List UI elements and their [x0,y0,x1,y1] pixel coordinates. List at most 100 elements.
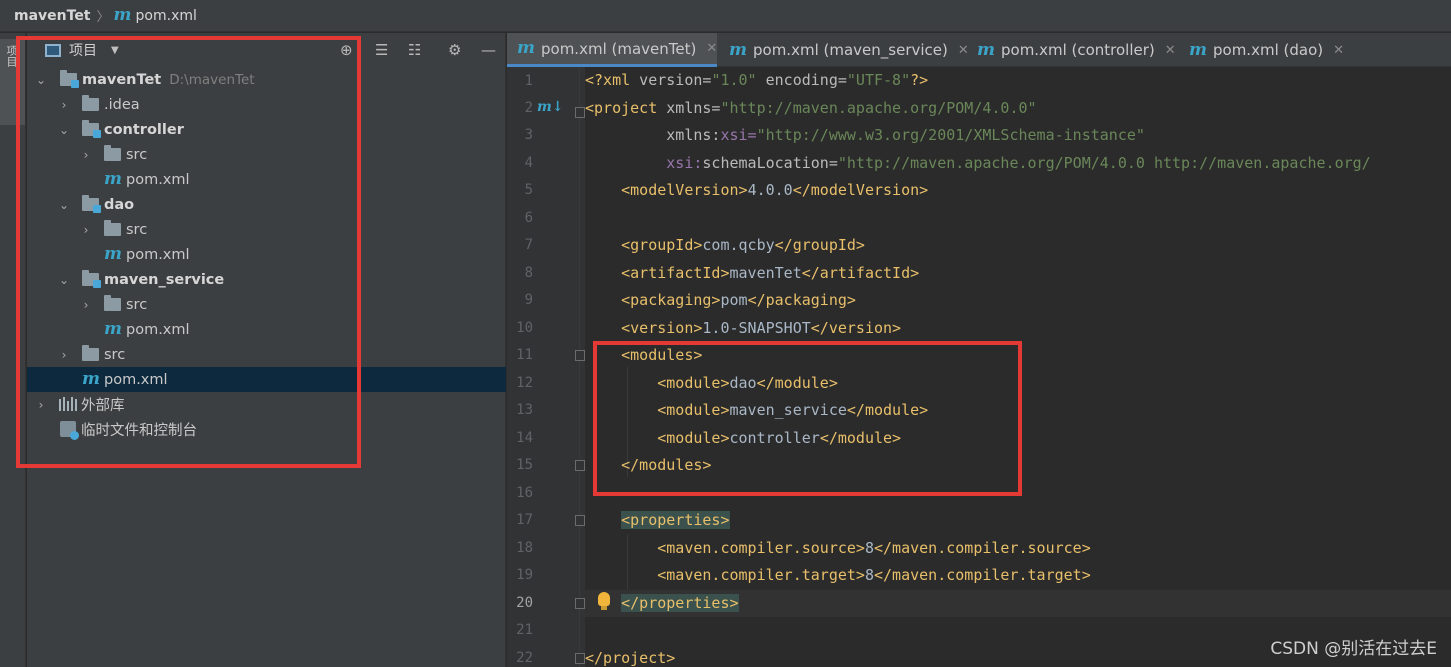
line-number: 4 [524,155,533,171]
chevron-down-icon[interactable]: ⌄ [35,73,47,87]
chevron-right-icon[interactable]: › [80,148,92,162]
tree-item-controller[interactable]: ⌄ controller [27,117,506,142]
tree-item-scratches[interactable]: 临时文件和控制台 [27,417,506,442]
chevron-down-icon[interactable]: ⌄ [58,273,70,287]
tree-item-external-libraries[interactable]: › 外部库 [27,392,506,417]
project-tool-tab-label[interactable]: 项目 [5,45,19,105]
library-icon [59,397,77,411]
chevron-right-icon[interactable]: › [58,98,70,112]
folder-icon [82,345,99,361]
lightbulb-icon[interactable] [598,592,610,610]
collapse-all-icon[interactable]: ☷ [408,41,421,59]
left-tool-stripe: 项目 [0,33,26,667]
tree-item-dao-src[interactable]: › src [27,217,506,242]
tab-pom-dao[interactable]: m pom.xml (dao) ✕ [1189,33,1344,67]
maven-file-icon: m [517,38,535,58]
line-number: 5 [524,182,533,198]
breadcrumb-file[interactable]: pom.xml [136,8,197,24]
line-number: 10 [516,320,533,336]
expand-all-icon[interactable]: ☰ [375,41,388,59]
fold-marker-icon[interactable] [575,653,585,664]
tree-item-label: 临时文件和控制台 [81,423,197,439]
chevron-right-icon[interactable]: › [80,298,92,312]
chevron-right-icon[interactable]: › [58,348,70,362]
tree-item-maven-service[interactable]: ⌄ maven_service [27,267,506,292]
maven-gutter-icon[interactable]: m↓ [537,99,564,115]
line-number: 8 [524,265,533,281]
close-icon[interactable]: ✕ [706,41,717,56]
tree-item-label: 外部库 [81,398,125,414]
tree-item-label: pom.xml [126,321,190,338]
line-number: 12 [516,375,533,391]
chevron-right-icon[interactable]: › [80,223,92,237]
maven-file-icon: m [1189,39,1207,60]
tree-item-label: pom.xml [126,246,190,263]
folder-icon [82,95,99,111]
maven-file-icon: m [977,39,995,60]
close-icon[interactable]: ✕ [958,43,969,58]
code-line-17: <properties> [621,511,730,529]
chevron-down-icon[interactable]: ⌄ [58,198,70,212]
code-line-3: xmlns:xsi="http://www.w3.org/2001/XMLSch… [666,126,1145,144]
tree-item-maven-service-src[interactable]: › src [27,292,506,317]
code-line-18: <maven.compiler.source>8</maven.compiler… [657,539,1091,557]
code-line-14: <module>controller</module> [657,429,902,447]
line-number-current: 20 [516,595,533,611]
breadcrumb: mavenTet 〉 m pom.xml [0,0,1451,32]
fold-marker-icon[interactable] [575,350,585,361]
code-line-20: </properties> [585,590,1451,617]
line-number: 2 [524,100,533,116]
code-line-10: <version>1.0-SNAPSHOT</version> [621,319,902,337]
hide-panel-icon[interactable]: — [481,41,496,59]
folder-icon [104,145,121,161]
line-number: 9 [524,292,533,308]
project-view-icon [45,43,61,57]
fold-marker-icon[interactable] [575,460,585,471]
project-panel-header: 项目 ▼ ⊕ ☰ ☷ ⚙ — [27,33,506,67]
close-icon[interactable]: ✕ [1165,43,1176,58]
fold-marker-icon[interactable] [575,515,585,526]
maven-file-icon: m [104,244,122,264]
tree-item-dao-pom[interactable]: m pom.xml [27,242,506,267]
gear-icon[interactable]: ⚙ [448,41,461,59]
tree-item-label: src [126,296,148,313]
line-number: 15 [516,457,533,473]
code-line-9: <packaging>pom</packaging> [621,291,856,309]
tree-item-mavenTet[interactable]: ⌄ mavenTet D:\mavenTet [27,67,506,92]
tree-item-controller-src[interactable]: › src [27,142,506,167]
tree-item-root-pom[interactable]: m pom.xml [27,367,506,392]
tab-pom-controller[interactable]: m pom.xml (controller) ✕ [977,33,1176,67]
locate-icon[interactable]: ⊕ [340,41,353,59]
code-line-1: <?xml version="1.0" encoding="UTF-8"?> [585,71,929,89]
module-folder-icon [60,70,79,88]
project-view-title[interactable]: 项目 [69,40,97,60]
tree-item-label: src [104,346,126,363]
chevron-right-icon[interactable]: › [35,398,47,412]
tree-item-label: pom.xml [104,371,168,388]
close-icon[interactable]: ✕ [1333,43,1344,58]
tree-item-path: D:\mavenTet [169,71,255,88]
maven-file-icon: m [729,39,747,60]
tree-item-controller-pom[interactable]: m pom.xml [27,167,506,192]
chevron-down-icon[interactable]: ⌄ [58,123,70,137]
tree-item-dao[interactable]: ⌄ dao [27,192,506,217]
editor-gutter: 1 2 3 4 5 6 7 8 9 10 11 12 13 14 15 16 1… [507,67,585,667]
line-number: 11 [516,347,533,363]
tab-pom-maven-service[interactable]: m pom.xml (maven_service) ✕ [729,33,969,67]
tree-item-label: pom.xml [126,171,190,188]
line-number: 16 [516,485,533,501]
fold-marker-icon[interactable] [575,107,585,118]
fold-marker-icon[interactable] [575,598,585,609]
project-panel: 项目 ▼ ⊕ ☰ ☷ ⚙ — ⌄ mavenTet D:\mavenTet › .… [27,33,506,667]
tab-pom-mavenTet[interactable]: m pom.xml (mavenTet) ✕ [507,33,717,67]
scratch-console-icon [60,421,79,440]
code-editor[interactable]: <?xml version="1.0" encoding="UTF-8"?> <… [585,67,1451,667]
chevron-down-icon[interactable]: ▼ [111,45,119,56]
breadcrumb-project[interactable]: mavenTet [14,8,91,24]
tree-item-maven-service-pom[interactable]: m pom.xml [27,317,506,342]
tree-item-idea[interactable]: › .idea [27,92,506,117]
tree-item-root-src[interactable]: › src [27,342,506,367]
tab-label: pom.xml (maven_service) [753,41,948,59]
watermark: CSDN @别活在过去E [1270,639,1437,659]
code-line-11: <modules> [621,346,703,364]
